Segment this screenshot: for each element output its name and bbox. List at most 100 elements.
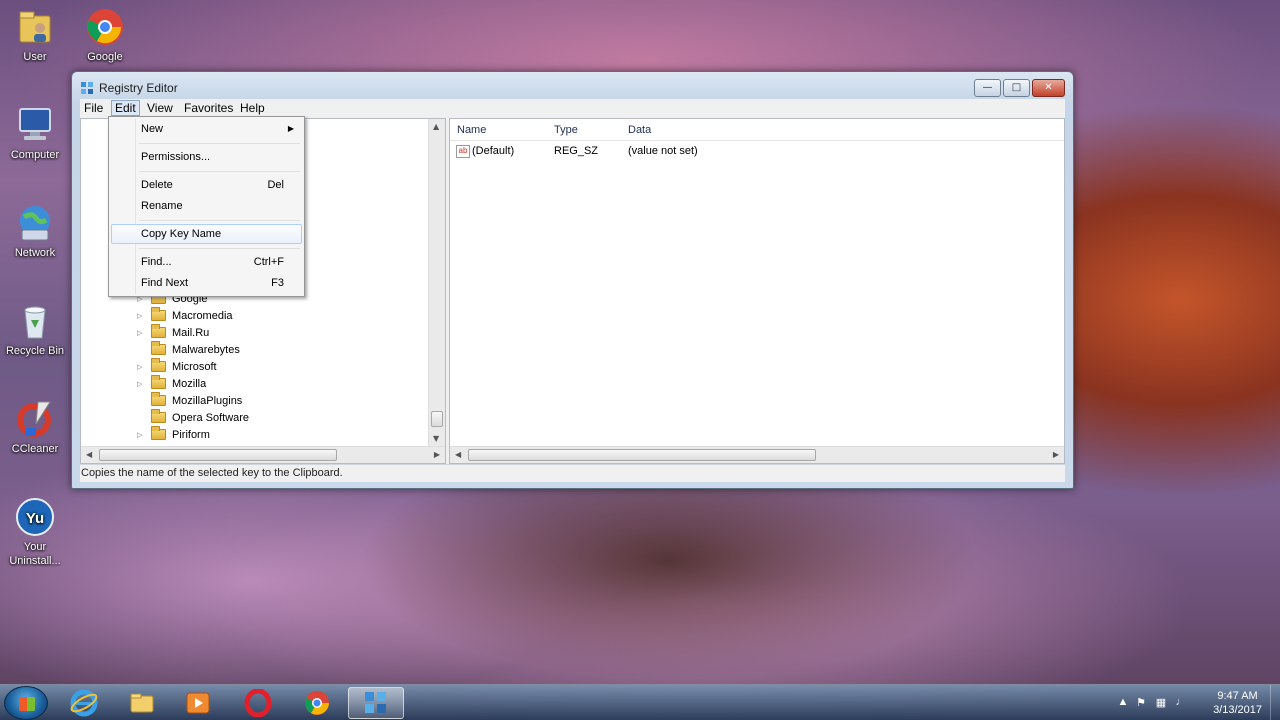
menu-item-copy-key-name[interactable]: Copy Key Name	[111, 224, 302, 244]
menu-item-label: Find Next	[141, 277, 189, 289]
taskbar-internet-explorer[interactable]	[56, 687, 112, 719]
folder-icon	[151, 358, 166, 372]
scroll-left-icon[interactable]: ◀	[86, 450, 92, 459]
clock-date: 3/13/2017	[1213, 704, 1262, 716]
taskbar: ▲ ⚑ ▦ ♩ 9:47 AM 3/13/2017	[0, 684, 1280, 720]
menu-item-shortcut: Del	[267, 179, 284, 191]
system-tray: ▲ ⚑ ▦ ♩ 9:47 AM 3/13/2017	[1110, 685, 1280, 720]
menu-separator	[139, 220, 300, 221]
scroll-right-icon[interactable]: ▶	[1053, 450, 1059, 459]
ccleaner-icon	[14, 398, 56, 440]
network-icon	[14, 202, 56, 244]
expand-icon[interactable]: ▷	[137, 312, 147, 320]
folder-icon	[151, 324, 166, 338]
taskbar-opera[interactable]	[230, 687, 286, 719]
column-data[interactable]: Data	[628, 124, 651, 136]
column-type[interactable]: Type	[554, 124, 578, 136]
volume-icon[interactable]: ♩	[1174, 696, 1188, 710]
menu-item-new[interactable]: New ▶	[111, 119, 302, 139]
menu-view[interactable]: View	[143, 100, 177, 116]
menu-help[interactable]: Help	[236, 100, 269, 116]
tree-item[interactable]: ▷ Macromedia	[137, 307, 233, 324]
menu-file[interactable]: File	[80, 100, 107, 116]
desktop-icon-label: CCleaner	[11, 443, 59, 455]
close-button[interactable]: ✕	[1032, 79, 1065, 97]
scroll-thumb[interactable]	[99, 449, 337, 461]
tree-item-label: Piriform	[172, 428, 210, 441]
tree-vertical-scrollbar[interactable]: ▲ ▼	[428, 119, 445, 446]
menu-item-find-next[interactable]: Find Next F3	[111, 273, 302, 293]
desktop-icon-label: User	[23, 51, 47, 63]
menu-item-delete[interactable]: Delete Del	[111, 175, 302, 195]
menu-item-find[interactable]: Find... Ctrl+F	[111, 252, 302, 272]
folder-icon	[151, 341, 166, 355]
show-desktop-button[interactable]	[1270, 685, 1280, 720]
tree-item[interactable]: ▷ Mail.Ru	[137, 324, 209, 341]
tree-item[interactable]: ▷ Mozilla	[137, 375, 206, 392]
menu-item-permissions[interactable]: Permissions...	[111, 147, 302, 167]
folder-icon	[151, 307, 166, 321]
tree-item[interactable]: ▷ Piriform	[137, 426, 210, 443]
tree-horizontal-scrollbar[interactable]: ◀ ▶	[81, 446, 445, 463]
desktop-icon-computer[interactable]: Computer	[0, 104, 70, 162]
maximize-icon: □	[1011, 82, 1022, 93]
desktop-icon-label: Computer	[10, 149, 60, 161]
close-icon: ✕	[1044, 82, 1053, 93]
desktop-icon-label: Recycle Bin	[5, 345, 65, 357]
network-tray-icon[interactable]: ▦	[1154, 696, 1168, 710]
taskbar-registry-editor[interactable]	[348, 687, 404, 719]
scroll-thumb[interactable]	[431, 411, 443, 427]
your-uninstaller-icon: Yu	[14, 496, 56, 538]
start-button[interactable]	[4, 686, 48, 720]
folder-icon	[151, 426, 166, 440]
status-bar: Copies the name of the selected key to t…	[80, 464, 1065, 482]
scroll-up-icon[interactable]: ▲	[433, 122, 439, 131]
desktop-icon-recycle-bin[interactable]: Recycle Bin	[0, 300, 70, 358]
show-hidden-icons-icon[interactable]: ▲	[1116, 696, 1130, 710]
folder-icon	[151, 392, 166, 406]
flag-icon[interactable]: ⚑	[1134, 696, 1148, 710]
edit-menu-dropdown: New ▶ Permissions... Delete Del Rename C…	[108, 116, 305, 297]
tree-item-label: Opera Software	[172, 411, 250, 424]
scroll-left-icon[interactable]: ◀	[455, 450, 461, 459]
menu-item-label: Delete	[141, 179, 173, 191]
taskbar-file-explorer[interactable]	[114, 687, 170, 719]
tree-item[interactable]: Opera Software	[137, 409, 249, 426]
expand-icon[interactable]: ▷	[137, 329, 147, 337]
tree-item-label: Microsoft	[172, 360, 217, 373]
desktop-icon-network[interactable]: Network	[0, 202, 70, 260]
expand-icon[interactable]: ▷	[137, 380, 147, 388]
scroll-thumb[interactable]	[468, 449, 816, 461]
menu-item-rename[interactable]: Rename	[111, 196, 302, 216]
user-folder-icon	[14, 6, 56, 48]
tree-item[interactable]: MozillaPlugins	[137, 392, 242, 409]
desktop-icon-ccleaner[interactable]: CCleaner	[0, 398, 70, 456]
scroll-down-icon[interactable]: ▼	[433, 434, 439, 443]
values-pane[interactable]: Name Type Data ab (Default) REG_SZ (valu…	[449, 118, 1065, 464]
desktop-icon-user[interactable]: User	[0, 6, 70, 64]
clock[interactable]: 9:47 AM 3/13/2017	[1213, 689, 1262, 717]
column-header: Name Type Data	[450, 119, 1064, 141]
desktop-icon-label: Your Uninstall...	[9, 541, 61, 567]
minimize-button[interactable]: —	[974, 79, 1001, 97]
registry-editor-icon	[80, 81, 94, 95]
desktop-icon-google[interactable]: Google	[70, 6, 140, 64]
scroll-right-icon[interactable]: ▶	[434, 450, 440, 459]
column-name[interactable]: Name	[457, 124, 486, 136]
svg-text:Yu: Yu	[26, 510, 44, 527]
taskbar-media-player[interactable]	[170, 687, 226, 719]
menu-edit[interactable]: Edit	[111, 100, 140, 116]
tree-item[interactable]: ▷ Microsoft	[137, 358, 217, 375]
menu-item-label: New	[141, 123, 164, 135]
title-bar[interactable]: Registry Editor — □ ✕	[72, 72, 1073, 102]
desktop-icon-your-uninstaller[interactable]: Yu Your Uninstall...	[0, 496, 70, 568]
tree-item[interactable]: Malwarebytes	[137, 341, 240, 358]
maximize-button[interactable]: □	[1003, 79, 1030, 97]
expand-icon[interactable]: ▷	[137, 363, 147, 371]
expand-icon[interactable]: ▷	[137, 431, 147, 439]
menu-item-shortcut: F3	[271, 277, 284, 289]
menu-favorites[interactable]: Favorites	[180, 100, 237, 116]
taskbar-chrome[interactable]	[289, 687, 345, 719]
values-horizontal-scrollbar[interactable]: ◀ ▶	[450, 446, 1064, 463]
table-row[interactable]: ab (Default) REG_SZ (value not set)	[450, 143, 1064, 161]
